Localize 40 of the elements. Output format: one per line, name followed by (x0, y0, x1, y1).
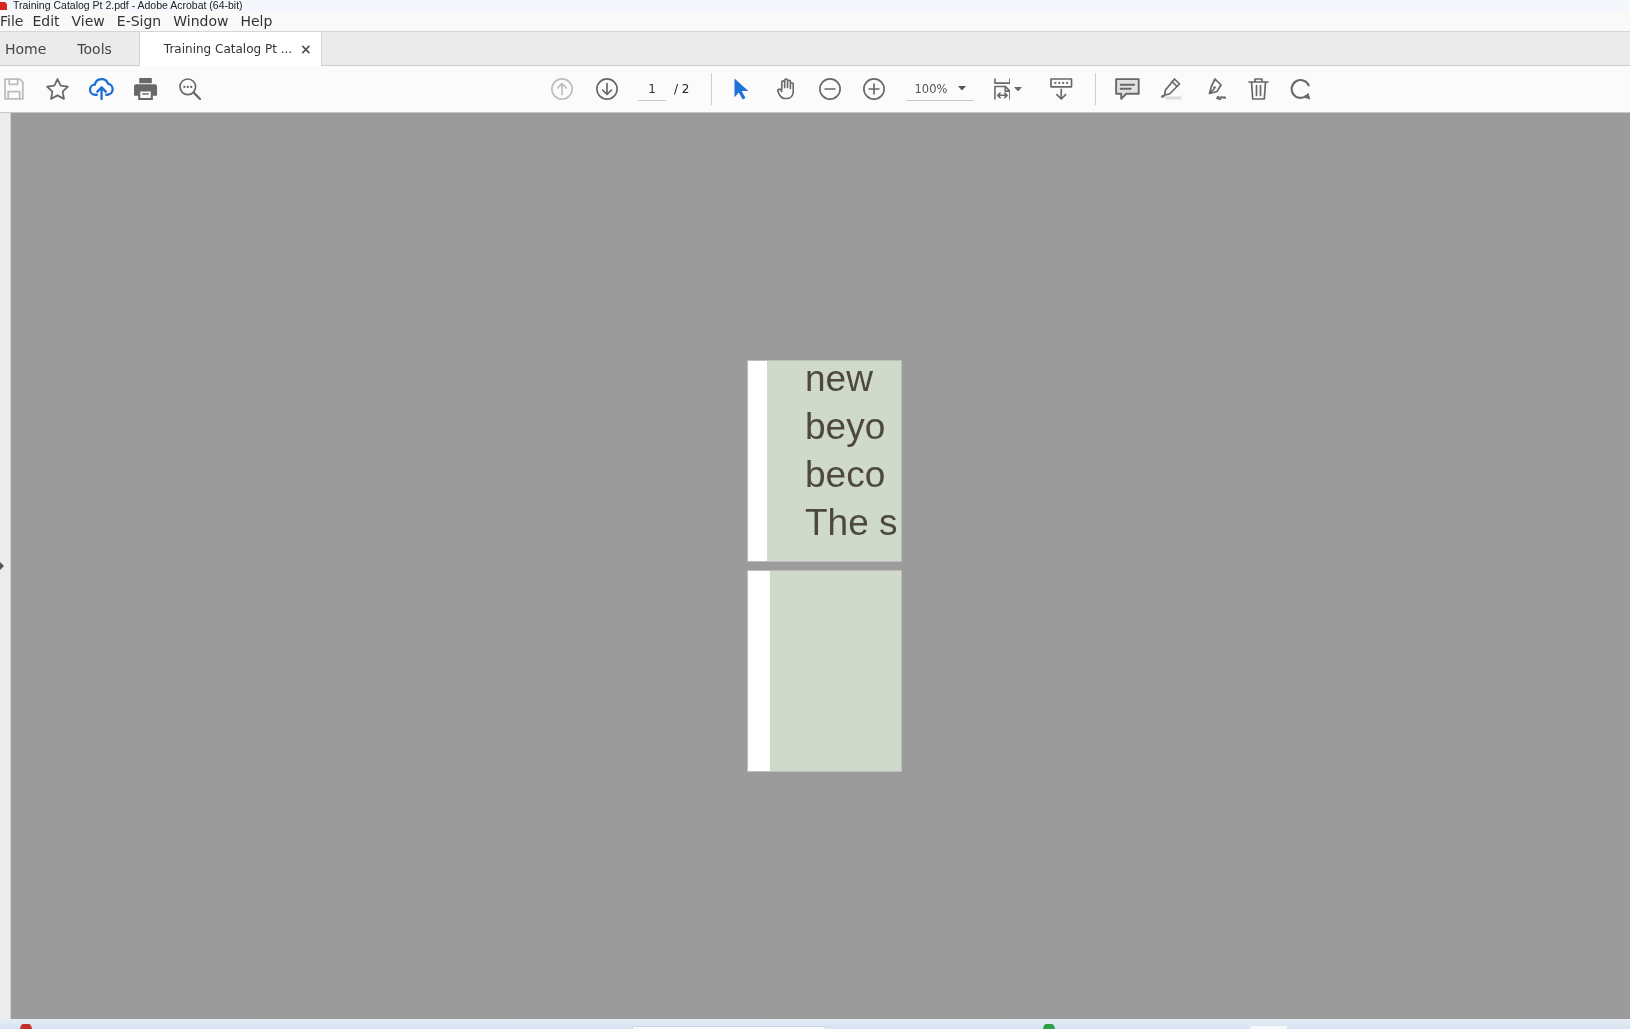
trash-icon (1247, 78, 1269, 100)
tab[interactable]: Tools (60, 32, 126, 65)
menu-item[interactable]: Window (173, 12, 229, 30)
star-icon (46, 78, 70, 100)
menu-item[interactable]: Help (240, 12, 273, 30)
tab[interactable]: Training Catalog Pt ... × (138, 32, 322, 66)
plus-circle-icon (862, 78, 885, 100)
rotate-arrow-icon (1290, 78, 1313, 100)
highlighter-icon (1160, 78, 1182, 100)
pdf-file-icon (0, 1, 7, 10)
page-arrows-icon (993, 78, 1011, 100)
page-count: / 2 (674, 82, 690, 96)
app-icon[interactable] (20, 1024, 32, 1029)
text-line: new (805, 361, 873, 397)
speech-bubble-icon (1115, 78, 1140, 100)
up-arrow-circle-icon (551, 78, 573, 100)
pointer-icon (734, 78, 749, 100)
text-line: beco (805, 457, 886, 493)
caret-icon (957, 86, 966, 91)
app-icon[interactable] (1043, 1024, 1055, 1029)
caret-icon (1014, 86, 1023, 92)
printer-icon (134, 78, 158, 100)
text-line: beyo (805, 409, 886, 445)
expand-arrow-icon (0, 562, 4, 570)
page-number-field[interactable]: 1 (638, 77, 666, 101)
zoom-field[interactable]: 100% (905, 77, 974, 101)
tray-down-arrow-icon (1050, 78, 1073, 100)
down-arrow-circle-icon (596, 78, 618, 100)
menu-item[interactable]: File (0, 12, 24, 30)
search-icon (179, 78, 201, 100)
tab[interactable]: Home (0, 32, 61, 65)
hand-icon (776, 78, 795, 100)
window-title: Training Catalog Pt 2.pdf - Adobe Acrobat (64-bit) (13, 0, 243, 11)
menu-item[interactable]: Edit (32, 12, 60, 30)
cloud-upload-icon (89, 78, 115, 100)
menu-item[interactable]: E-Sign (116, 12, 162, 30)
minus-circle-icon (818, 78, 841, 100)
menu-item[interactable]: View (71, 12, 105, 30)
close-button[interactable]: × (300, 41, 312, 57)
text-line: The s (805, 505, 898, 541)
